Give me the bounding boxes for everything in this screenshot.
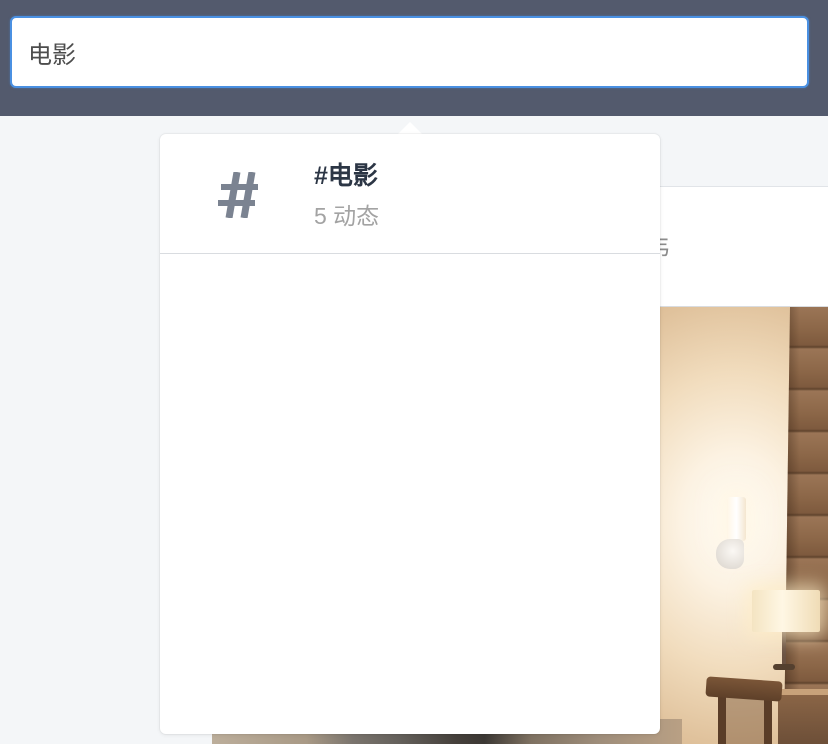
photo-chair-back: [705, 676, 783, 702]
photo-wall-lamp-shade: [727, 497, 746, 541]
suggestion-title: #电影: [314, 162, 378, 190]
photo-chair-leg: [718, 695, 726, 744]
photo-wall-lamp-mount: [716, 539, 744, 569]
photo-table-lamp-shade: [752, 590, 820, 632]
photo-chair-leg: [764, 698, 772, 744]
suggestion-item-topic[interactable]: #电影 5 动态: [160, 134, 660, 254]
search-input[interactable]: [10, 16, 809, 88]
top-bar: [0, 0, 828, 116]
search-suggestions-dropdown: #电影 5 动态: [160, 134, 660, 734]
photo-table-lamp-stem: [782, 632, 786, 666]
photo-desk: [778, 689, 828, 744]
suggestion-post-count: 5 动态: [314, 203, 380, 229]
dropdown-caret: [398, 122, 422, 134]
photo-wood-panel: [784, 307, 828, 744]
photo-chair-seat: [724, 697, 768, 744]
photo-table-lamp-base: [773, 664, 795, 670]
hash-icon: [218, 171, 258, 219]
